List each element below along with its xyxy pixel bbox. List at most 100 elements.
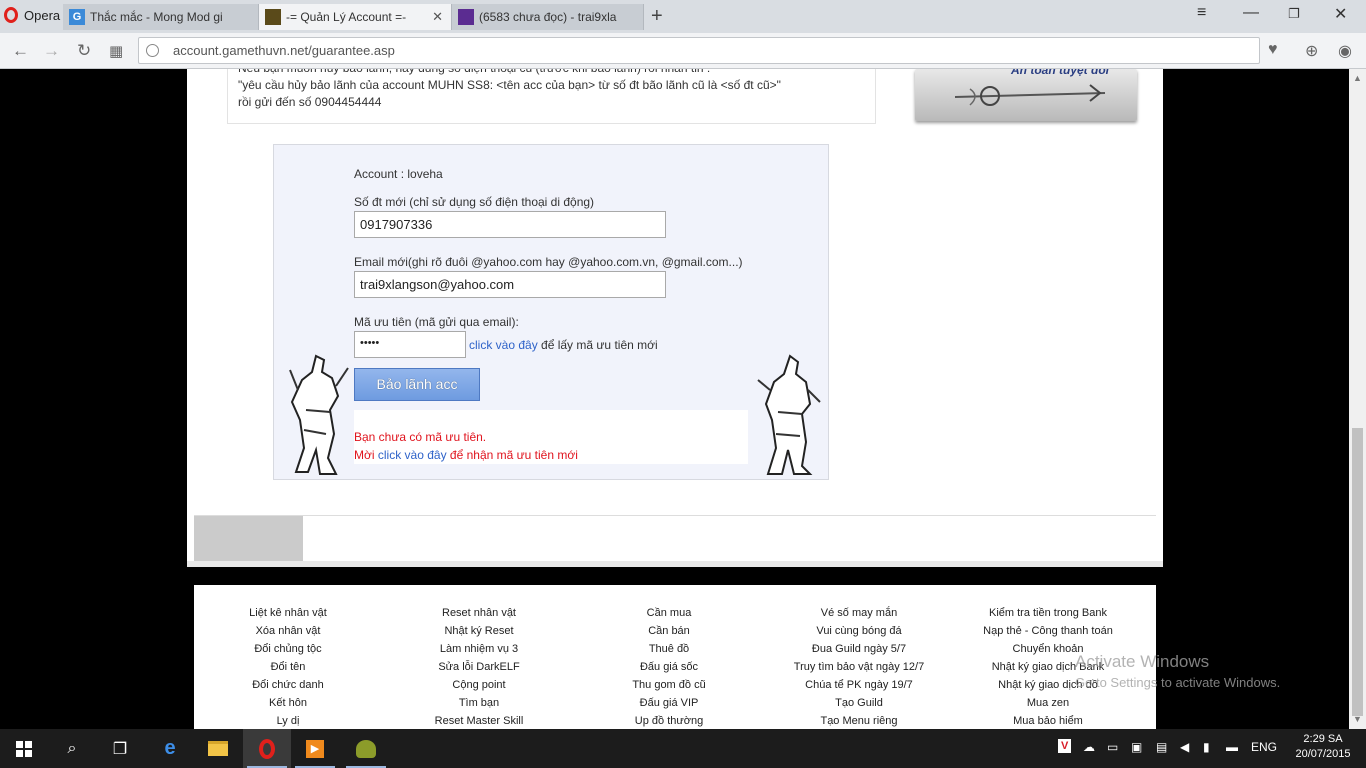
new-code-prefix: Mời bbox=[354, 448, 378, 462]
menu-link[interactable]: Sửa lỗi DarkELF bbox=[379, 658, 579, 676]
tab-quan-ly-account[interactable]: -= Quản Lý Account =- ✕ bbox=[259, 4, 452, 30]
menu-link[interactable]: Chúa tể PK ngày 19/7 bbox=[759, 676, 959, 694]
reload-icon[interactable]: ↻ bbox=[77, 41, 91, 61]
watermark-subtitle: Go to Settings to activate Windows. bbox=[1075, 675, 1281, 690]
opera-menu-button[interactable]: Opera bbox=[0, 0, 62, 30]
menu-link[interactable]: Thu gom đồ cũ bbox=[569, 676, 769, 694]
opera-menu-label: Opera bbox=[24, 7, 61, 23]
menu-link[interactable]: Đổi tên bbox=[188, 658, 388, 676]
tab-menu-icon[interactable]: ≡ bbox=[1197, 4, 1206, 22]
site-info-icon[interactable] bbox=[146, 44, 159, 57]
scroll-up-icon[interactable]: ▲ bbox=[1353, 73, 1362, 83]
file-explorer-icon[interactable] bbox=[194, 729, 242, 768]
battery-icon[interactable]: ▮ bbox=[1203, 740, 1210, 754]
footer-gray-block bbox=[194, 516, 303, 562]
menu-link[interactable]: Cộng point bbox=[379, 676, 579, 694]
search-icon[interactable]: ⌕ bbox=[48, 729, 96, 768]
menu-link[interactable]: Nhật ký Reset bbox=[379, 622, 579, 640]
email-input[interactable]: trai9xlangson@yahoo.com bbox=[354, 271, 666, 298]
tab-thac-mac[interactable]: G Thắc mắc - Mong Mod gi bbox=[63, 4, 259, 30]
language-indicator[interactable]: ENG bbox=[1251, 740, 1277, 754]
page-viewport: Nếu bạn muốn hủy bảo lãnh, hãy dùng số đ… bbox=[0, 69, 1349, 729]
menu-link[interactable]: Mua bảo hiểm bbox=[948, 712, 1148, 729]
menu-link[interactable]: Đấu giá sốc bbox=[569, 658, 769, 676]
menu-link[interactable]: Cần mua bbox=[569, 604, 769, 622]
menu-link[interactable]: Truy tìm bảo vật ngày 12/7 bbox=[759, 658, 959, 676]
forward-icon[interactable]: → bbox=[43, 41, 60, 61]
volume-icon[interactable]: ◀ bbox=[1180, 740, 1189, 754]
menu-link[interactable]: Vé số may mắn bbox=[759, 604, 959, 622]
notice-line: Nếu bạn muốn hủy bảo lãnh, hãy dùng số đ… bbox=[238, 69, 865, 77]
menu-link[interactable]: Kết hôn bbox=[188, 694, 388, 712]
get-code-link[interactable]: click vào đây bbox=[469, 338, 538, 352]
url-input[interactable]: account.gamethuvn.net/guarantee.asp bbox=[138, 37, 1260, 64]
monitor-icon[interactable]: ▭ bbox=[1107, 740, 1118, 754]
menu-link[interactable]: Thuê đồ bbox=[569, 640, 769, 658]
main-panel: Nếu bạn muốn hủy bảo lãnh, hãy dùng số đ… bbox=[187, 69, 1163, 567]
onedrive-icon[interactable]: ☁ bbox=[1083, 740, 1095, 754]
menu-link[interactable]: Xóa nhân vật bbox=[188, 622, 388, 640]
submit-button[interactable]: Bảo lãnh acc bbox=[354, 368, 480, 401]
app-tray-icon[interactable]: ▣ bbox=[1131, 740, 1142, 754]
download-icon[interactable]: ⊕ bbox=[1305, 41, 1318, 61]
new-code-suffix: để nhận mã ưu tiên mới bbox=[446, 448, 578, 462]
restore-icon[interactable]: ❐ bbox=[1288, 6, 1300, 22]
opera-taskbar-icon[interactable] bbox=[243, 729, 291, 768]
network-icon[interactable]: ▤ bbox=[1156, 740, 1167, 754]
menu-link[interactable]: Cần bán bbox=[569, 622, 769, 640]
notifications-icon[interactable]: ▬ bbox=[1226, 740, 1238, 754]
menu-link[interactable]: Vui cùng bóng đá bbox=[759, 622, 959, 640]
email-label: Email mới(ghi rõ đuôi @yahoo.com hay @ya… bbox=[354, 255, 743, 269]
code-link-line: click vào đây để lấy mã ưu tiên mới bbox=[469, 338, 658, 352]
menu-link[interactable]: Ly dị bbox=[188, 712, 388, 729]
menu-link[interactable]: Làm nhiệm vụ 3 bbox=[379, 640, 579, 658]
task-view-icon[interactable]: ❐ bbox=[96, 729, 144, 768]
menu-link[interactable]: Reset Master Skill bbox=[379, 712, 579, 729]
menu-column-3: Cần mua Cần bán Thuê đồ Đấu giá sốc Thu … bbox=[569, 604, 769, 729]
start-icon[interactable] bbox=[0, 729, 48, 768]
message-area: Bạn chưa có mã ưu tiên. Mời click vào đâ… bbox=[354, 410, 748, 464]
antivirus-tray-icon[interactable]: V bbox=[1058, 739, 1072, 753]
menu-column-1: Liệt kê nhân vật Xóa nhân vật Đổi chủng … bbox=[188, 604, 388, 729]
clock[interactable]: 2:29 SA 20/07/2015 bbox=[1290, 732, 1356, 762]
code-input[interactable]: ••••• bbox=[354, 331, 466, 358]
notice-line: rồi gửi đến số 0904454444 bbox=[238, 95, 382, 109]
scroll-down-icon[interactable]: ▼ bbox=[1353, 714, 1362, 724]
clock-date: 20/07/2015 bbox=[1295, 748, 1351, 760]
tab-close-icon[interactable]: ✕ bbox=[432, 9, 443, 25]
tab-title: -= Quản Lý Account =- bbox=[286, 10, 407, 24]
media-player-icon[interactable]: ▶ bbox=[291, 729, 339, 768]
menu-link[interactable]: Đổi chủng tộc bbox=[188, 640, 388, 658]
security-banner[interactable]: An toàn tuyệt đối bbox=[915, 69, 1137, 121]
back-icon[interactable]: ← bbox=[12, 41, 29, 61]
menu-link[interactable]: Đấu giá VIP bbox=[569, 694, 769, 712]
new-tab-icon[interactable]: + bbox=[651, 5, 663, 28]
menu-link[interactable]: Mua zen bbox=[948, 694, 1148, 712]
page-scrollbar[interactable]: ▲ ▼ bbox=[1349, 69, 1366, 729]
menu-link[interactable]: Tạo Menu riêng bbox=[759, 712, 959, 729]
minimize-icon[interactable]: — bbox=[1243, 4, 1259, 22]
sword-icon bbox=[954, 84, 1106, 106]
tab-mail[interactable]: (6583 chưa đọc) - trai9xla bbox=[452, 4, 644, 30]
menu-link[interactable]: Up đồ thường bbox=[569, 712, 769, 729]
new-code-link[interactable]: click vào đây bbox=[378, 448, 447, 462]
menu-link[interactable]: Kiểm tra tiền trong Bank bbox=[948, 604, 1148, 622]
edge-icon[interactable]: e bbox=[146, 729, 194, 768]
warrior-right-image bbox=[757, 354, 821, 475]
close-window-icon[interactable]: ✕ bbox=[1334, 4, 1347, 24]
menu-link[interactable]: Đổi chức danh bbox=[188, 676, 388, 694]
tab-title: (6583 chưa đọc) - trai9xla bbox=[479, 10, 617, 24]
scroll-thumb[interactable] bbox=[1352, 428, 1363, 716]
game-app-icon[interactable] bbox=[342, 729, 390, 768]
menu-link[interactable]: Đua Guild ngày 5/7 bbox=[759, 640, 959, 658]
menu-link[interactable]: Liệt kê nhân vật bbox=[188, 604, 388, 622]
account-icon[interactable]: ◉ bbox=[1338, 41, 1352, 61]
menu-link[interactable]: Reset nhân vật bbox=[379, 604, 579, 622]
menu-link[interactable]: Tìm bạn bbox=[379, 694, 579, 712]
speed-dial-icon[interactable]: ▦ bbox=[109, 42, 123, 60]
heart-icon[interactable]: ♥ bbox=[1268, 41, 1278, 59]
phone-input[interactable]: 0917907336 bbox=[354, 211, 666, 238]
menu-link[interactable]: Nạp thẻ - Công thanh toán bbox=[948, 622, 1148, 640]
menu-link[interactable]: Tạo Guild bbox=[759, 694, 959, 712]
opera-logo-icon bbox=[4, 7, 18, 23]
